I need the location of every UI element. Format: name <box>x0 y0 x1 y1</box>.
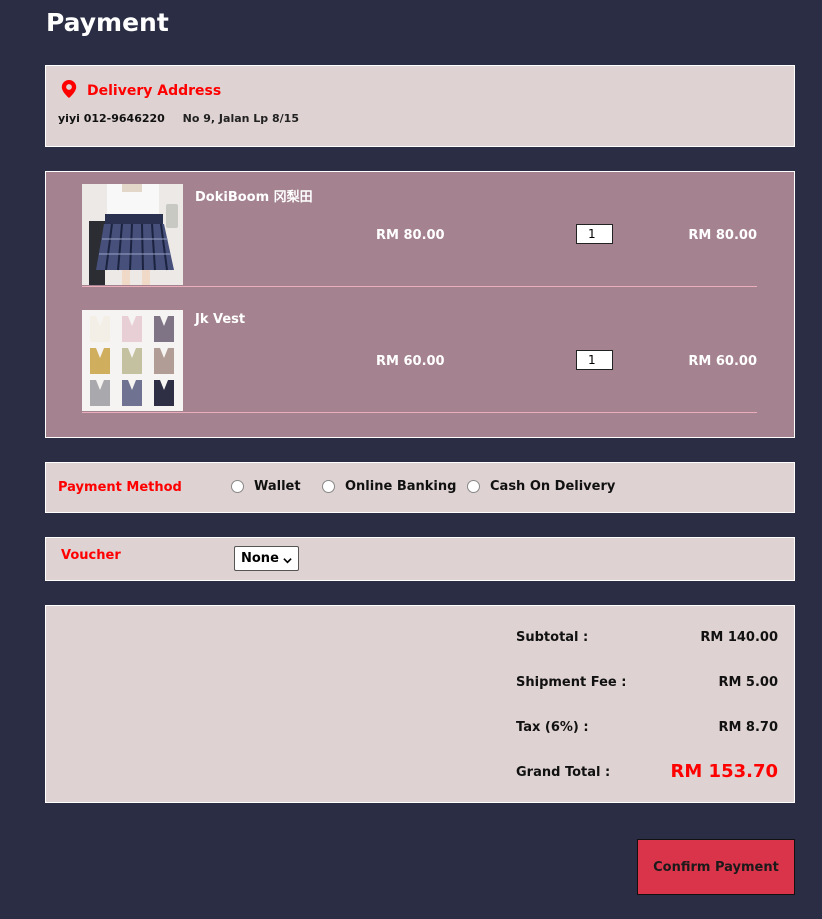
order-summary-panel: Subtotal : RM 140.00 Shipment Fee : RM 5… <box>45 605 795 803</box>
voucher-label: Voucher <box>61 548 121 563</box>
cart-item-name: DokiBoom 冈梨田 <box>195 190 313 205</box>
delivery-address-info: yiyi 012-9646220 No 9, Jalan Lp 8/15 <box>58 112 299 125</box>
payment-option-label: Cash On Delivery <box>490 479 616 494</box>
tax-value: RM 8.70 <box>718 720 778 735</box>
payment-option-label: Online Banking <box>345 479 457 494</box>
radio-button[interactable] <box>467 480 480 493</box>
tax-label: Tax (6%) : <box>516 720 589 735</box>
subtotal-label: Subtotal : <box>516 630 589 645</box>
radio-button[interactable] <box>231 480 244 493</box>
radio-button[interactable] <box>322 480 335 493</box>
cart-item-total: RM 60.00 <box>688 354 757 369</box>
cart-item-name: Jk Vest <box>195 312 246 327</box>
shipment-fee-label: Shipment Fee : <box>516 675 627 690</box>
subtotal-value: RM 140.00 <box>700 630 778 645</box>
payment-option-label: Wallet <box>254 479 301 494</box>
shipment-fee-value: RM 5.00 <box>718 675 778 690</box>
payment-option-online-banking[interactable]: Online Banking <box>322 479 456 494</box>
confirm-payment-button[interactable]: Confirm Payment <box>637 839 795 895</box>
quantity-input[interactable] <box>576 224 613 244</box>
recipient-name-phone: yiyi 012-9646220 <box>58 112 165 125</box>
voucher-select[interactable]: None <box>234 546 299 571</box>
cart-item-price: RM 60.00 <box>376 354 445 369</box>
payment-option-wallet[interactable]: Wallet <box>231 479 301 494</box>
plaid-skirt-photo-icon <box>82 184 183 285</box>
chevron-down-icon <box>283 554 292 564</box>
cart-item-total: RM 80.00 <box>688 228 757 243</box>
grand-total-value: RM 153.70 <box>670 761 779 782</box>
cart-item-price: RM 80.00 <box>376 228 445 243</box>
cart-panel: DokiBoom 冈梨田 RM 80.00 RM 80.00 <box>45 171 795 438</box>
delivery-address-header: Delivery Address <box>61 80 221 102</box>
payment-method-label: Payment Method <box>58 480 182 495</box>
delivery-address-panel: Delivery Address yiyi 012-9646220 No 9, … <box>45 65 795 147</box>
payment-option-cash-on-delivery[interactable]: Cash On Delivery <box>467 479 615 494</box>
page-title: Payment <box>46 8 169 37</box>
cart-item: Jk Vest RM 60.00 RM 60.00 <box>82 298 757 413</box>
location-pin-icon <box>61 80 77 102</box>
delivery-address-title: Delivery Address <box>87 83 222 99</box>
cart-item: DokiBoom 冈梨田 RM 80.00 RM 80.00 <box>82 172 757 287</box>
recipient-street: No 9, Jalan Lp 8/15 <box>182 112 299 125</box>
payment-method-panel: Payment Method Wallet Online Banking Cas… <box>45 462 795 513</box>
voucher-selected-value: None <box>241 551 279 566</box>
grand-total-label: Grand Total : <box>516 765 611 780</box>
vest-grid-photo-icon <box>82 310 183 411</box>
quantity-input[interactable] <box>576 350 613 370</box>
voucher-panel: Voucher None <box>45 537 795 581</box>
